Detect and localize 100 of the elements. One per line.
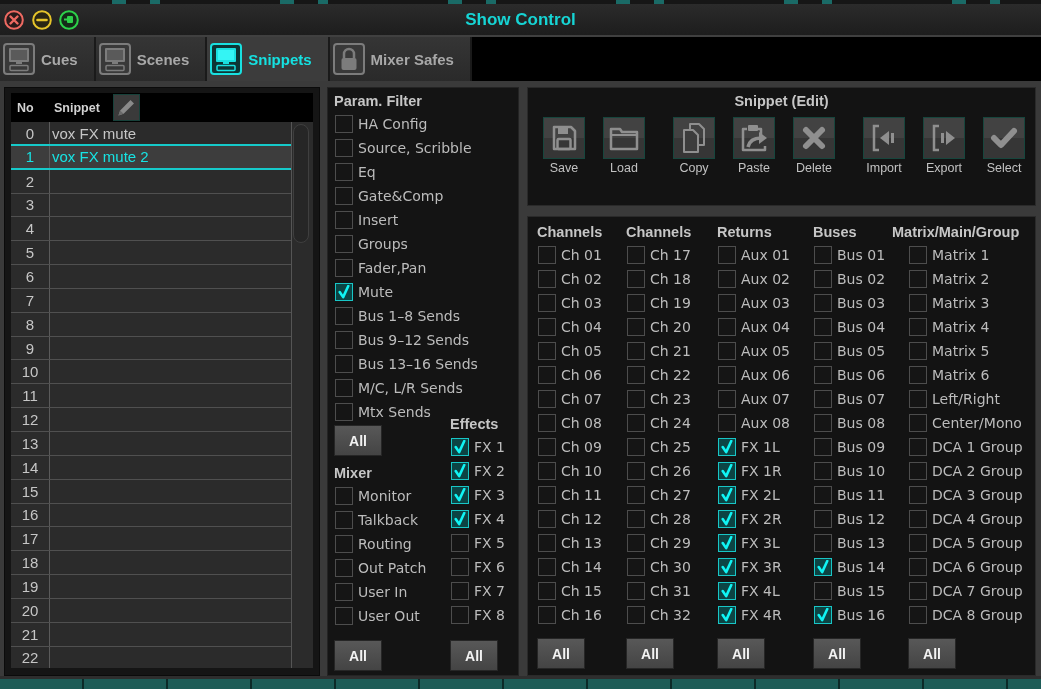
checkbox[interactable] [335,379,353,397]
list-row[interactable]: 18 [11,551,291,576]
checkbox[interactable] [718,390,736,408]
checkbox[interactable] [451,510,469,528]
checkbox[interactable] [538,486,556,504]
checkbox[interactable] [538,294,556,312]
checkbox[interactable] [909,294,927,312]
scrollbar[interactable] [291,122,313,668]
all-button[interactable]: All [334,640,382,671]
checkbox[interactable] [909,414,927,432]
all-button[interactable]: All [717,638,765,669]
save-button[interactable]: Save [534,117,594,175]
list-row[interactable]: 15 [11,479,291,504]
checkbox[interactable] [627,534,645,552]
checkbox[interactable] [909,510,927,528]
checkbox[interactable] [335,211,353,229]
checkbox[interactable] [627,294,645,312]
all-button[interactable]: All [537,638,585,669]
checkbox[interactable] [335,259,353,277]
checkbox[interactable] [538,246,556,264]
load-button[interactable]: Load [594,117,654,175]
checkbox[interactable] [909,270,927,288]
checkbox[interactable] [909,366,927,384]
checkbox[interactable] [538,606,556,624]
checkbox[interactable] [814,246,832,264]
checkbox[interactable] [814,390,832,408]
checkbox[interactable] [538,510,556,528]
checkbox[interactable] [451,438,469,456]
checkbox[interactable] [538,438,556,456]
checkbox[interactable] [718,462,736,480]
checkbox[interactable] [451,462,469,480]
list-row[interactable]: 3 [11,193,291,218]
checkbox[interactable] [718,486,736,504]
list-row[interactable]: 1 vox FX mute 2 [11,145,291,170]
pin-icon[interactable] [59,9,79,30]
checkbox[interactable] [814,438,832,456]
checkbox[interactable] [909,246,927,264]
checkbox[interactable] [335,307,353,325]
close-icon[interactable] [4,9,24,30]
list-row[interactable]: 14 [11,455,291,480]
checkbox[interactable] [335,511,353,529]
import-button[interactable]: Import [854,117,914,175]
checkbox[interactable] [718,294,736,312]
checkbox[interactable] [627,318,645,336]
checkbox[interactable] [718,606,736,624]
list-row[interactable]: 0 vox FX mute [11,122,291,146]
list-row[interactable]: 12 [11,408,291,432]
checkbox[interactable] [718,342,736,360]
list-row[interactable]: 4 [11,217,291,242]
list-row[interactable]: 20 [11,598,291,623]
copy-button[interactable]: Copy [664,117,724,175]
checkbox[interactable] [909,534,927,552]
scrollbar-thumb[interactable] [293,124,309,243]
checkbox[interactable] [718,270,736,288]
checkbox[interactable] [814,534,832,552]
checkbox[interactable] [718,246,736,264]
tab[interactable]: Snippets [207,37,330,81]
checkbox[interactable] [909,390,927,408]
checkbox[interactable] [627,606,645,624]
select-button[interactable]: Select [974,117,1034,175]
list-row[interactable]: 7 [11,288,291,313]
checkbox[interactable] [335,403,353,421]
list-row[interactable]: 5 [11,241,291,266]
edit-button[interactable] [112,94,140,121]
checkbox[interactable] [538,270,556,288]
checkbox[interactable] [909,342,927,360]
export-button[interactable]: Export [914,117,974,175]
checkbox[interactable] [335,535,353,553]
checkbox[interactable] [909,582,927,600]
all-button[interactable]: All [334,425,382,456]
checkbox[interactable] [814,462,832,480]
checkbox[interactable] [814,558,832,576]
checkbox[interactable] [538,534,556,552]
checkbox[interactable] [627,246,645,264]
list-row[interactable]: 22 [11,646,291,668]
checkbox[interactable] [538,414,556,432]
checkbox[interactable] [814,606,832,624]
checkbox[interactable] [909,318,927,336]
all-button[interactable]: All [813,638,861,669]
checkbox[interactable] [451,558,469,576]
checkbox[interactable] [814,366,832,384]
tab[interactable]: Scenes [95,37,208,81]
checkbox[interactable] [718,414,736,432]
list-row[interactable]: 17 [11,527,291,552]
checkbox[interactable] [814,414,832,432]
list-row[interactable]: 10 [11,360,291,385]
checkbox[interactable] [718,510,736,528]
list-row[interactable]: 13 [11,431,291,456]
checkbox[interactable] [335,355,353,373]
checkbox[interactable] [814,510,832,528]
tab[interactable]: Cues [0,37,96,81]
checkbox[interactable] [538,342,556,360]
checkbox[interactable] [627,462,645,480]
delete-button[interactable]: Delete [784,117,844,175]
list-row[interactable]: 11 [11,384,291,409]
checkbox[interactable] [538,318,556,336]
checkbox[interactable] [718,438,736,456]
all-button[interactable]: All [908,638,956,669]
checkbox[interactable] [814,342,832,360]
checkbox[interactable] [627,414,645,432]
